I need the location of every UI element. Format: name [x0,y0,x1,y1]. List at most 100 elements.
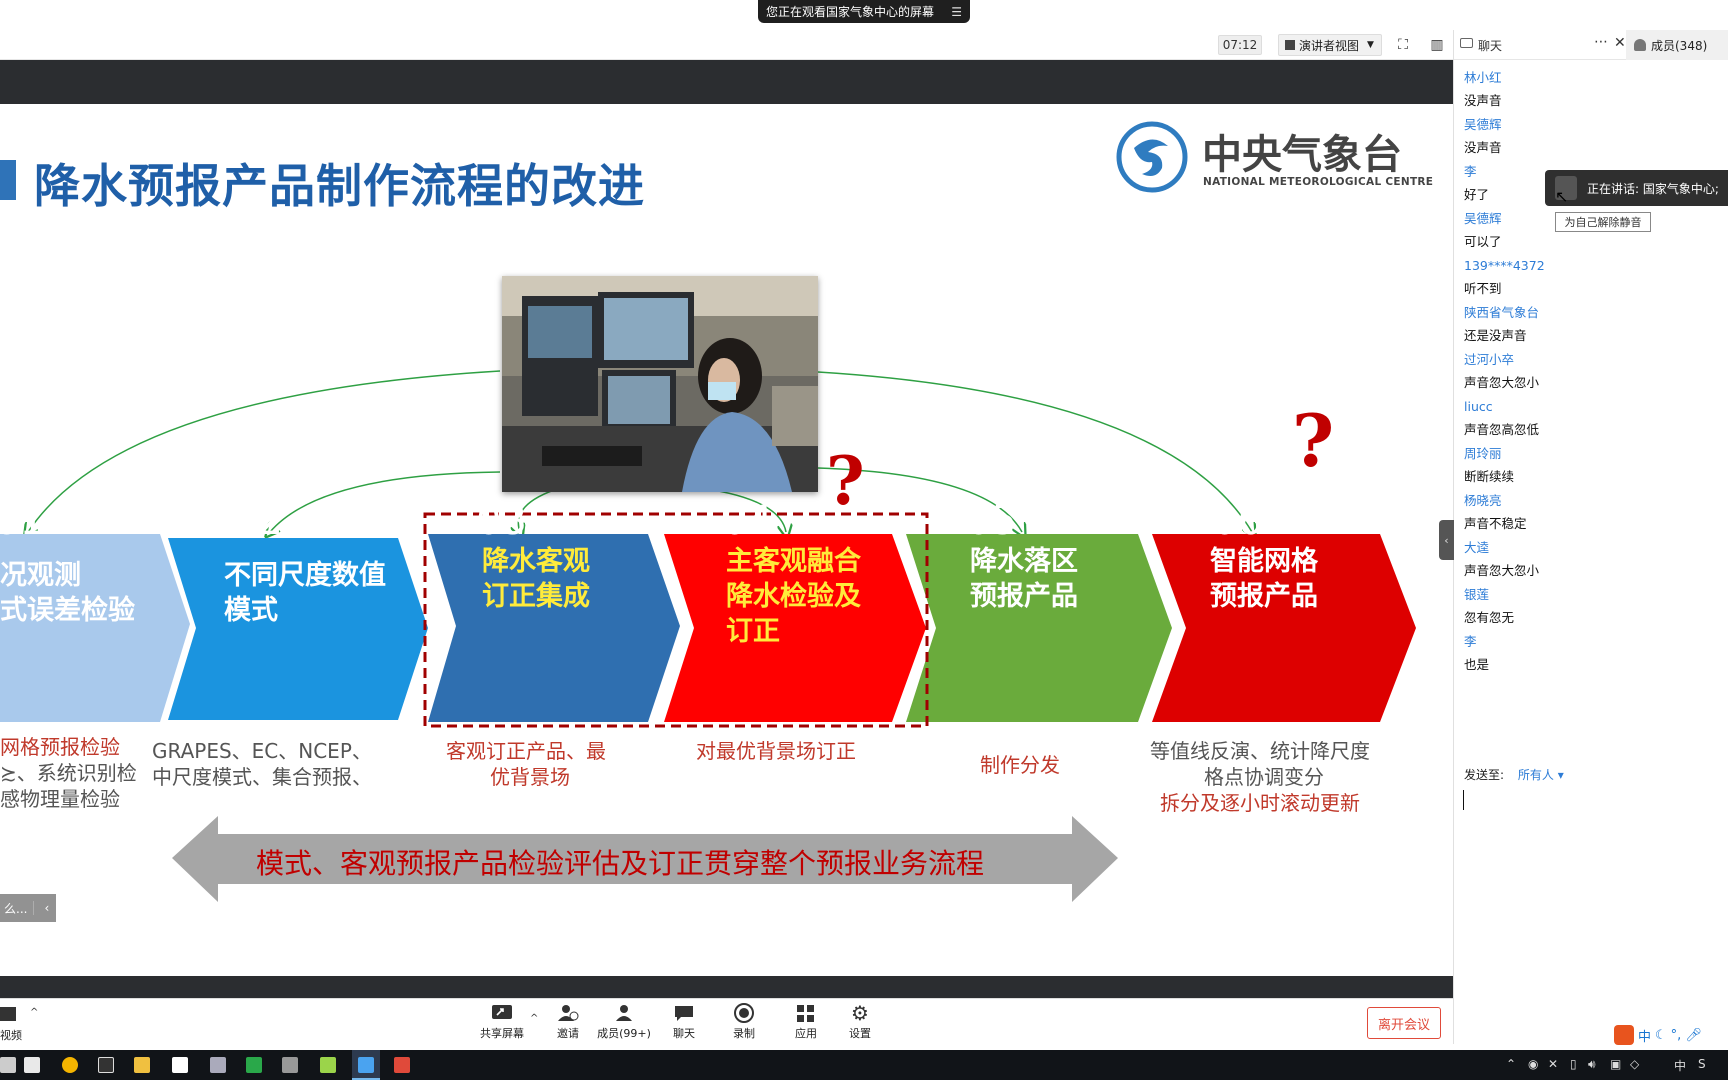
sender-name: liucc [1464,399,1493,414]
message-text: 声音忽高忽低 [1464,422,1540,437]
members-tab-label: 成员(348) [1651,38,1708,53]
chat-message-list[interactable]: 林小红 没声音 吴德辉 没声音 李好了 吴德辉 可以了 139****4372 听不到 … [1464,66,1719,677]
view-mode-label: 演讲者视图 [1299,38,1360,53]
step-01-desc-3: 感物理量检验 [0,787,120,811]
message-text: 没声音 [1464,140,1502,155]
message-text: 可以了 [1464,234,1502,249]
apps-button[interactable]: 应用 [776,1003,836,1043]
chevron-up-icon[interactable]: ^ [30,1007,38,1018]
chat-message: 杨晓亮 声音不稳定 [1464,489,1719,536]
tray-volume-icon[interactable]: 🔊︎ [1588,1057,1596,1072]
sender-name: 139****4372 [1464,258,1545,273]
send-to-dropdown[interactable]: 所有人 ▾ [1518,768,1564,782]
notepad-icon[interactable] [24,1057,40,1073]
chat-message: 139****4372 听不到 [1464,254,1719,301]
collapse-panel-handle[interactable]: ‹ [1439,520,1454,560]
tray-green-icon[interactable]: ✕ [1548,1057,1558,1071]
step-03-number: 03 [476,498,527,544]
chevron-left-icon[interactable]: ‹ [33,901,49,915]
step-02-title: 不同尺度数值 模式 [224,560,386,626]
more-options-icon[interactable]: ⋯ [1594,34,1608,50]
ime-mode: 中 [1638,1029,1652,1045]
apps-icon [795,1003,817,1023]
chat-input[interactable] [1463,790,1464,810]
chat-header: 聊天 ⋯ ✕ 成员(348) [1454,30,1728,60]
browser-icon[interactable] [210,1057,226,1073]
invite-icon [557,1003,579,1023]
view-mode-button[interactable]: 演讲者视图 ▼ [1278,34,1382,56]
taskbar-app-icon[interactable] [0,1057,16,1073]
members-icon [613,1003,635,1023]
ime-toolbar[interactable]: 中 ☾ °, 🎤︎ [1614,1022,1728,1048]
active-speaker-indicator: 正在讲话: 国家气象中心; [1545,170,1728,206]
message-text: 还是没声音 [1464,328,1527,343]
step-06-desc-3: 拆分及逐小时滚动更新 [1160,791,1360,815]
video-icon[interactable] [0,1007,16,1021]
tray-vpn-icon[interactable]: ◇ [1630,1057,1639,1071]
message-text: 听不到 [1464,281,1502,296]
meeting-app-icon[interactable] [358,1057,374,1073]
settings-button[interactable]: ⚙ 设置 [830,1001,890,1043]
svg-text:?: ? [826,442,865,520]
invite-button[interactable]: 邀请 [538,1003,598,1043]
vc-icon[interactable] [172,1057,188,1073]
members-button[interactable]: 成员(99+) [594,1003,654,1043]
windows-taskbar: ⌃ ◉ ✕ ▯ 🔊︎ ▣ ◇ 中 S [0,1050,1728,1080]
step-02-desc-2: 中尺度模式、集合预报、 [152,765,372,789]
arrow-caption: 模式、客观预报产品检验评估及订正贯穿整个预报业务流程 [256,847,985,880]
tray-sogou-icon[interactable]: S [1698,1057,1706,1071]
folder-icon[interactable] [134,1057,150,1073]
lime-app-icon[interactable] [320,1057,336,1073]
shared-slide: 降水预报产品制作流程的改进 中央气象台 NATIONAL METEOROLOGI… [0,104,1453,976]
sender-name: 李 [1464,634,1477,649]
step-03-desc-1: 客观订正产品、最 [446,739,606,763]
step-04-number: 04 [722,498,773,544]
step-01-title: 况观测 式误差检验 [0,560,135,626]
step-02-number: 02 [232,498,283,544]
gear-icon: ⚙ [851,1001,869,1025]
layout-icon[interactable]: ▥ [1428,36,1446,54]
banner-menu-icon[interactable]: ☰ [951,5,962,19]
meeting-top-toolbar: 07:12 演讲者视图 ▼ ⛶ ▥ [0,30,1453,60]
video-label: 视频 [0,1029,22,1042]
members-tab[interactable]: 成员(348) [1626,30,1728,60]
chat-title: 聊天 [1478,39,1503,53]
message-text: 也是 [1464,657,1490,672]
sender-name: 陕西省气象台 [1464,305,1540,320]
sender-name: 大逵 [1464,540,1490,555]
leave-meeting-button[interactable]: 离开会议 [1367,1007,1441,1039]
record-button[interactable]: 录制 [714,1003,774,1043]
screen-share-banner[interactable]: 您正在观看国家气象中心的屏幕 ☰ [758,0,970,23]
share-frame-top [0,60,1453,104]
mouse-cursor-icon: ↖ [1555,187,1569,206]
tray-chevron-up-icon[interactable]: ⌃ [1506,1057,1516,1071]
step-01-number: 01 [0,498,45,544]
red-app-icon[interactable] [394,1057,410,1073]
share-screen-button[interactable]: 共享屏幕 [472,1003,532,1043]
chevron-down-icon: ▼ [1367,40,1374,50]
chrome-icon[interactable] [62,1057,78,1073]
close-icon[interactable]: ✕ [1614,35,1626,51]
step-03-desc-2: 优背景场 [490,765,570,789]
chat-message: 周玲丽 断断续续 [1464,442,1719,489]
chat-button[interactable]: 聊天 [654,1003,714,1043]
green-app-icon[interactable] [246,1057,262,1073]
sender-name: 银莲 [1464,587,1490,602]
chat-message: 大逵 声音忽大忽小 [1464,536,1719,583]
tray-vc-icon[interactable]: ▣ [1610,1057,1621,1071]
step-06-number: 06 [1212,498,1263,544]
chat-message: 银莲 忽有忽无 [1464,583,1719,630]
slide-navigator[interactable]: 么... ‹ [0,894,56,922]
terminal-icon[interactable] [98,1057,114,1073]
tray-language[interactable]: 中 [1674,1057,1686,1074]
chat-message: 过河小卒 声音忽大忽小 [1464,348,1719,395]
tray-battery-icon[interactable]: ▯ [1570,1057,1577,1071]
pen-app-icon[interactable] [282,1057,298,1073]
step-05-title: 降水落区 预报产品 [970,546,1078,612]
chat-bubble-icon [1460,38,1473,48]
fullscreen-icon[interactable]: ⛶ [1394,36,1412,54]
step-02-desc-1: GRAPES、EC、NCEP、 [152,739,372,763]
tray-network-icon[interactable]: ◉ [1528,1057,1538,1071]
send-to-label: 发送至: [1464,768,1505,782]
meeting-timer: 07:12 [1218,35,1262,55]
